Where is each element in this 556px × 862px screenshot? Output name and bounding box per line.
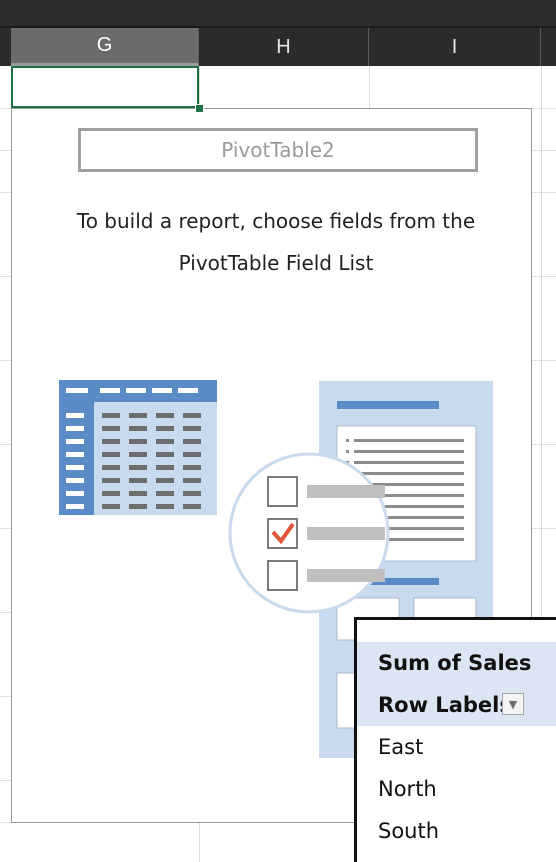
row-labels-label: Row Labels: [378, 693, 512, 717]
row-label: South: [378, 819, 440, 843]
pivot-row-south[interactable]: South: [357, 810, 556, 852]
row-labels-header[interactable]: Row Labels ▼: [357, 684, 556, 726]
row-label: East: [378, 735, 424, 759]
row-label: North: [378, 777, 437, 801]
value-field-label: Sum of Sales: [378, 651, 532, 675]
dropdown-arrow-icon[interactable]: ▼: [502, 693, 524, 715]
pivot-empty-row[interactable]: [357, 620, 556, 642]
checklist-circle-icon: [228, 452, 390, 614]
table-grid-icon: [59, 380, 217, 515]
pivot-value-header[interactable]: Sum of Sales: [357, 642, 556, 684]
pivot-table[interactable]: Sum of Sales Row Labels ▼ East North Sou…: [354, 617, 556, 862]
pivot-row-north[interactable]: North: [357, 768, 556, 810]
pivot-row-east[interactable]: East: [357, 726, 556, 768]
